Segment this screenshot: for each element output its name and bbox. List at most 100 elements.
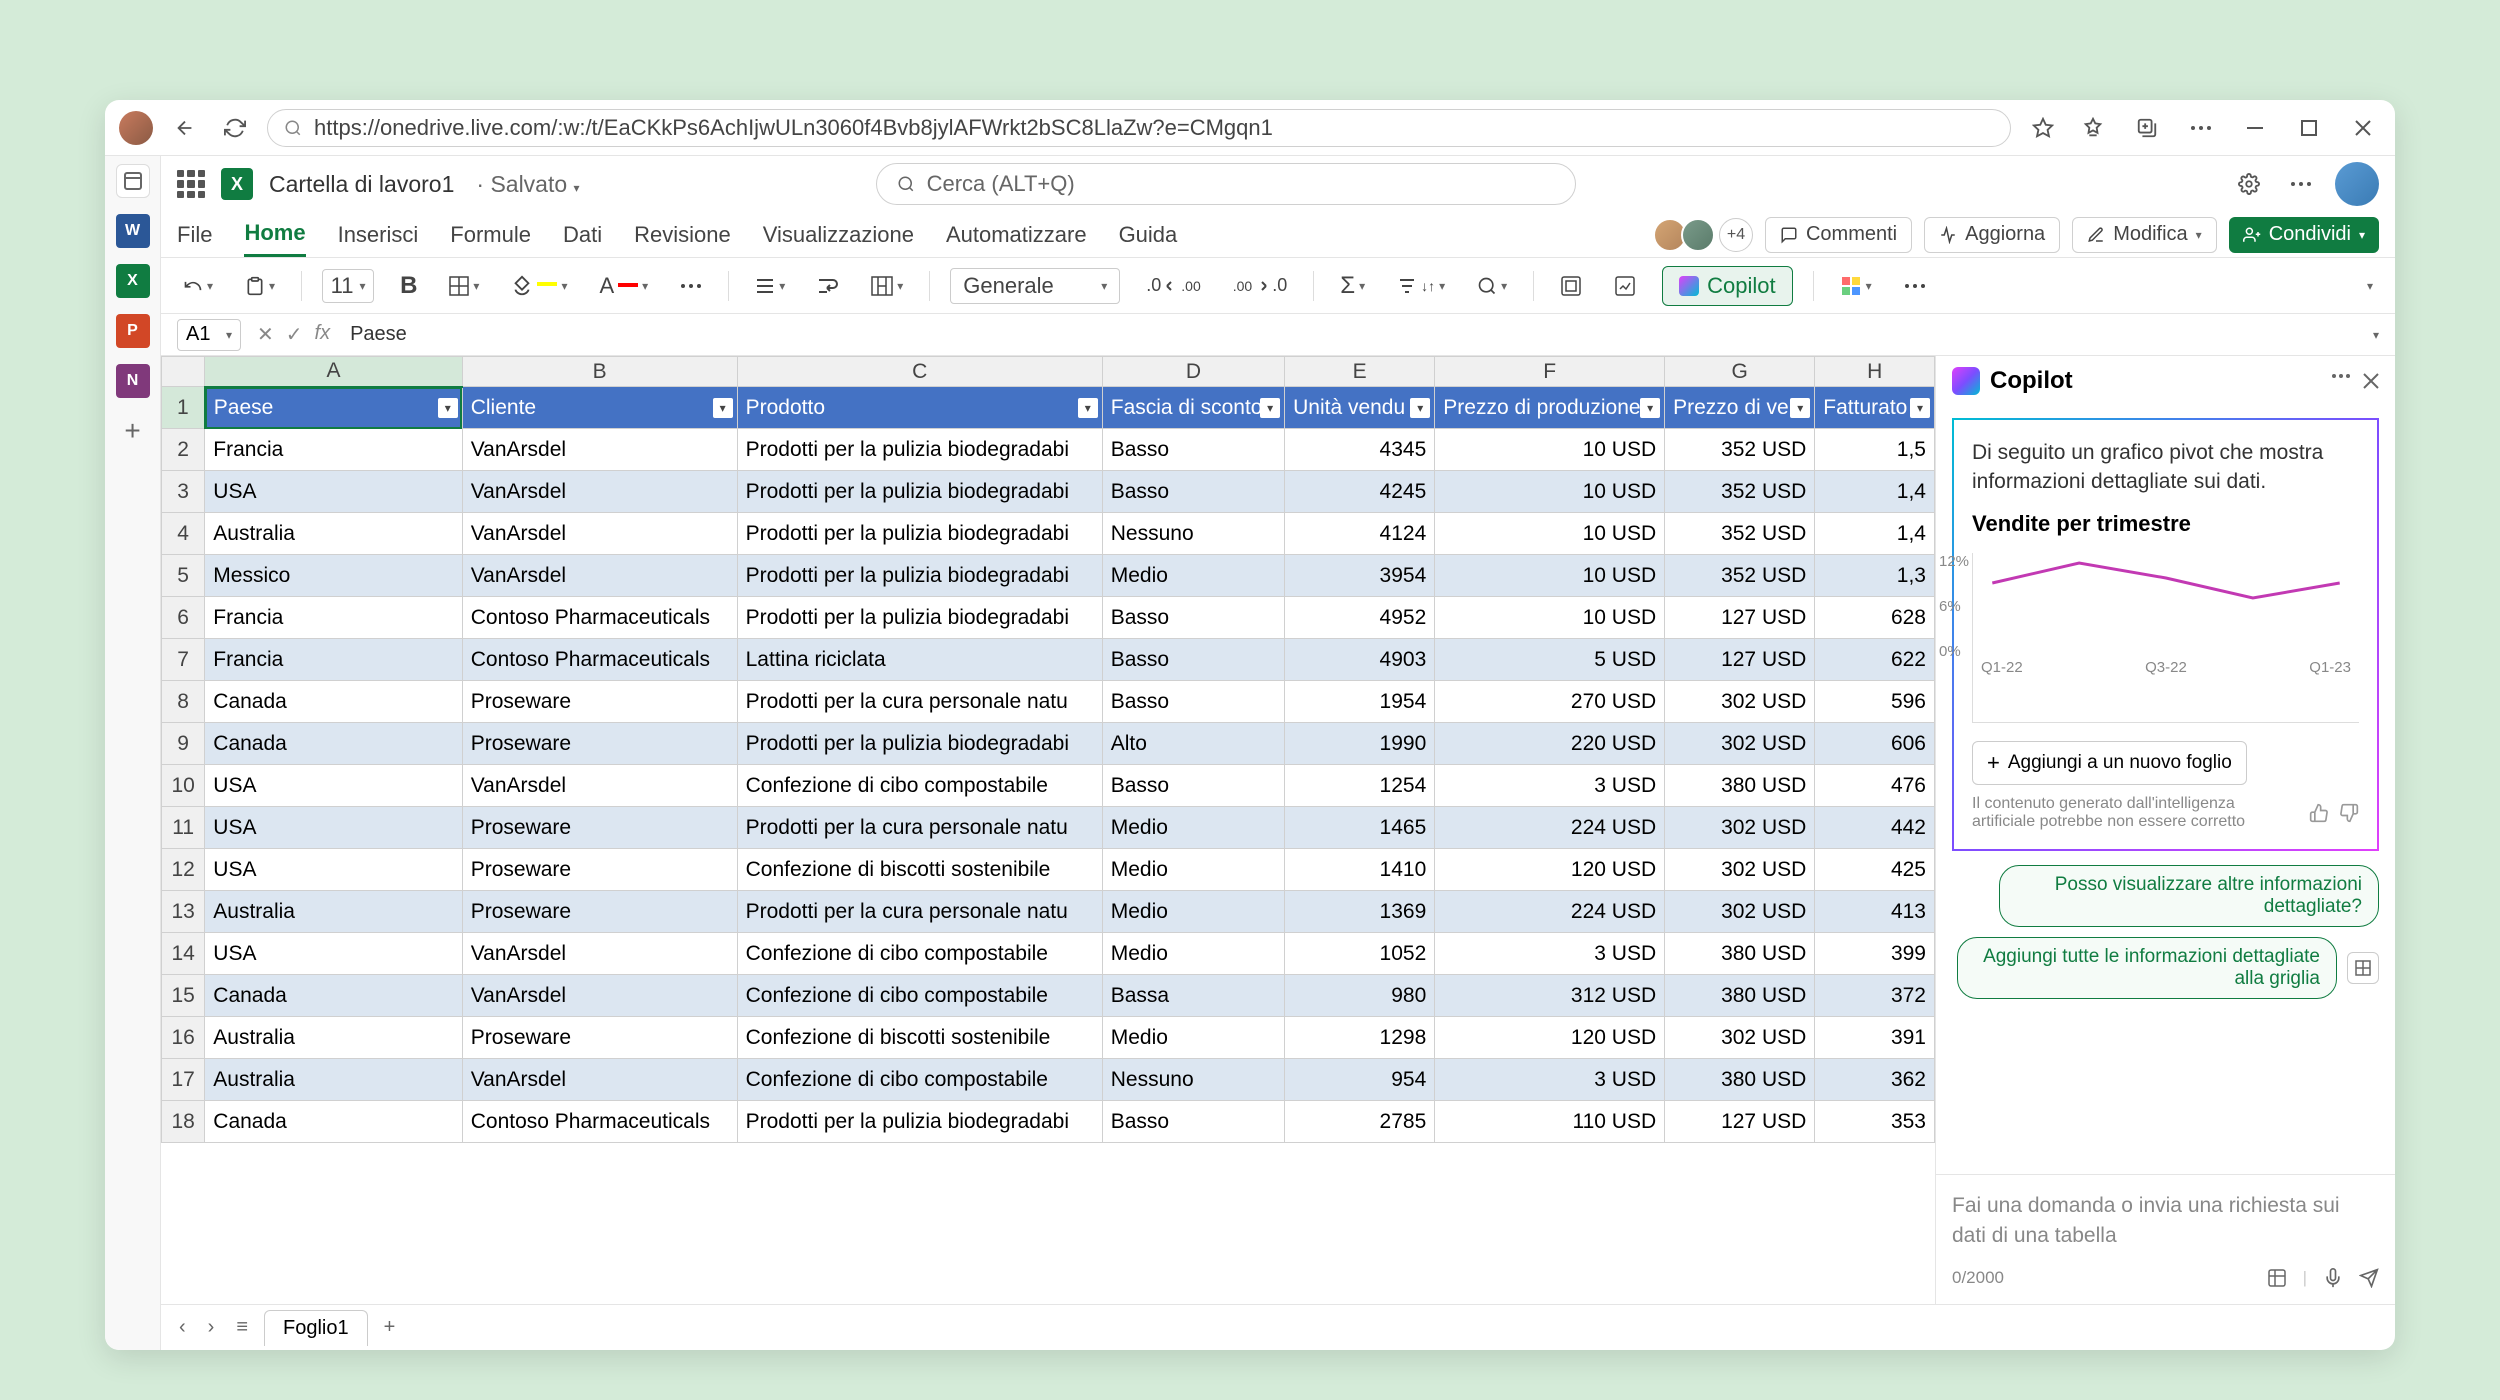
data-cell[interactable]: 270 USD	[1435, 681, 1665, 723]
row-header[interactable]: 7	[162, 639, 205, 681]
catchup-button[interactable]: Aggiorna	[1924, 217, 2060, 253]
row-header[interactable]: 9	[162, 723, 205, 765]
find-button[interactable]: ▾	[1471, 272, 1513, 300]
filter-icon[interactable]: ▾	[1410, 398, 1430, 418]
more-options-icon[interactable]	[2283, 166, 2319, 202]
data-cell[interactable]: Australia	[205, 1017, 462, 1059]
back-button[interactable]	[167, 110, 203, 146]
data-cell[interactable]: 1298	[1285, 1017, 1435, 1059]
data-cell[interactable]: VanArsdel	[462, 471, 737, 513]
data-cell[interactable]: 476	[1815, 765, 1935, 807]
data-cell[interactable]: 372	[1815, 975, 1935, 1017]
merge-button[interactable]: ▾	[865, 272, 909, 300]
data-cell[interactable]: Basso	[1102, 681, 1284, 723]
data-cell[interactable]: 3 USD	[1435, 1059, 1665, 1101]
table-header-cell[interactable]: Fatturato l▾	[1815, 387, 1935, 429]
paste-button[interactable]: ▾	[239, 272, 281, 300]
data-cell[interactable]: 110 USD	[1435, 1101, 1665, 1143]
copilot-input-area[interactable]: Fai una domanda o invia una richiesta su…	[1936, 1174, 2395, 1304]
data-cell[interactable]: 4124	[1285, 513, 1435, 555]
fill-color-button[interactable]: ▾	[505, 271, 573, 301]
toolbar-more-icon[interactable]	[1898, 279, 1932, 293]
formula-expand-icon[interactable]: ▾	[2373, 328, 2379, 342]
comments-button[interactable]: Commenti	[1765, 217, 1912, 253]
data-cell[interactable]: Australia	[205, 1059, 462, 1101]
data-cell[interactable]: Confezione di biscotti sostenibile	[737, 1017, 1102, 1059]
font-color-button[interactable]: A▾	[593, 269, 654, 303]
row-header[interactable]: 18	[162, 1101, 205, 1143]
data-cell[interactable]: VanArsdel	[462, 765, 737, 807]
table-header-cell[interactable]: Cliente▾	[462, 387, 737, 429]
row-header[interactable]: 1	[162, 387, 205, 429]
data-cell[interactable]: 353	[1815, 1101, 1935, 1143]
data-cell[interactable]: VanArsdel	[462, 555, 737, 597]
data-cell[interactable]: Prodotti per la pulizia biodegradabi	[737, 723, 1102, 765]
data-cell[interactable]: Basso	[1102, 429, 1284, 471]
user-avatar[interactable]	[2335, 162, 2379, 206]
data-cell[interactable]: 302 USD	[1665, 849, 1815, 891]
data-cell[interactable]: 413	[1815, 891, 1935, 933]
data-cell[interactable]: 4903	[1285, 639, 1435, 681]
data-cell[interactable]: Basso	[1102, 597, 1284, 639]
data-cell[interactable]: 5 USD	[1435, 639, 1665, 681]
collections-icon[interactable]	[2129, 110, 2165, 146]
sheet-tab-active[interactable]: Foglio1	[264, 1310, 368, 1346]
conditional-format-button[interactable]: ▾	[1834, 271, 1878, 301]
data-cell[interactable]: Confezione di biscotti sostenibile	[737, 849, 1102, 891]
add-app-icon[interactable]: +	[116, 414, 150, 448]
data-cell[interactable]: USA	[205, 765, 462, 807]
data-cell[interactable]: Proseware	[462, 807, 737, 849]
data-cell[interactable]: Australia	[205, 513, 462, 555]
data-cell[interactable]: 399	[1815, 933, 1935, 975]
favorites-icon[interactable]	[2075, 110, 2111, 146]
addins-button[interactable]	[1554, 271, 1588, 301]
column-header[interactable]: C	[737, 357, 1102, 387]
data-cell[interactable]: Basso	[1102, 765, 1284, 807]
refresh-button[interactable]	[217, 110, 253, 146]
thumbs-up-icon[interactable]	[2309, 803, 2329, 823]
formula-input[interactable]: Paese	[342, 323, 2373, 346]
data-cell[interactable]: Messico	[205, 555, 462, 597]
copilot-button[interactable]: Copilot	[1662, 266, 1792, 306]
row-header[interactable]: 11	[162, 807, 205, 849]
filter-icon[interactable]: ▾	[438, 398, 458, 418]
tab-help[interactable]: Guida	[1119, 214, 1178, 256]
data-cell[interactable]: Confezione di cibo compostabile	[737, 933, 1102, 975]
data-cell[interactable]: Canada	[205, 1101, 462, 1143]
tab-icon[interactable]	[116, 164, 150, 198]
tab-file[interactable]: File	[177, 214, 212, 256]
data-cell[interactable]: Prodotti per la cura personale natu	[737, 891, 1102, 933]
data-cell[interactable]: 127 USD	[1665, 1101, 1815, 1143]
data-cell[interactable]: 954	[1285, 1059, 1435, 1101]
data-cell[interactable]: 120 USD	[1435, 1017, 1665, 1059]
wrap-text-button[interactable]	[811, 272, 845, 300]
data-cell[interactable]: 425	[1815, 849, 1935, 891]
sort-filter-button[interactable]: ↓↑▾	[1391, 272, 1451, 300]
data-cell[interactable]: 606	[1815, 723, 1935, 765]
powerpoint-icon[interactable]: P	[116, 314, 150, 348]
data-cell[interactable]: 1410	[1285, 849, 1435, 891]
tab-review[interactable]: Revisione	[634, 214, 731, 256]
data-cell[interactable]: 1465	[1285, 807, 1435, 849]
data-cell[interactable]: Medio	[1102, 933, 1284, 975]
data-cell[interactable]: 224 USD	[1435, 807, 1665, 849]
data-cell[interactable]: Prodotti per la pulizia biodegradabi	[737, 429, 1102, 471]
data-cell[interactable]: Bassa	[1102, 975, 1284, 1017]
data-cell[interactable]: 1,3	[1815, 555, 1935, 597]
data-cell[interactable]: 2785	[1285, 1101, 1435, 1143]
sheet-prev-icon[interactable]: ‹	[173, 1312, 192, 1343]
data-cell[interactable]: Confezione di cibo compostabile	[737, 1059, 1102, 1101]
data-cell[interactable]: 1954	[1285, 681, 1435, 723]
data-cell[interactable]: 10 USD	[1435, 555, 1665, 597]
share-button[interactable]: Condividi ▾	[2229, 217, 2379, 253]
table-header-cell[interactable]: Prezzo di produzione▾	[1435, 387, 1665, 429]
data-cell[interactable]: USA	[205, 471, 462, 513]
more-icon[interactable]	[2183, 110, 2219, 146]
data-cell[interactable]: Basso	[1102, 639, 1284, 681]
settings-icon[interactable]	[2231, 166, 2267, 202]
data-cell[interactable]: 10 USD	[1435, 597, 1665, 639]
data-cell[interactable]: 391	[1815, 1017, 1935, 1059]
tab-insert[interactable]: Inserisci	[338, 214, 419, 256]
data-cell[interactable]: 380 USD	[1665, 975, 1815, 1017]
filter-icon[interactable]: ▾	[1078, 398, 1098, 418]
